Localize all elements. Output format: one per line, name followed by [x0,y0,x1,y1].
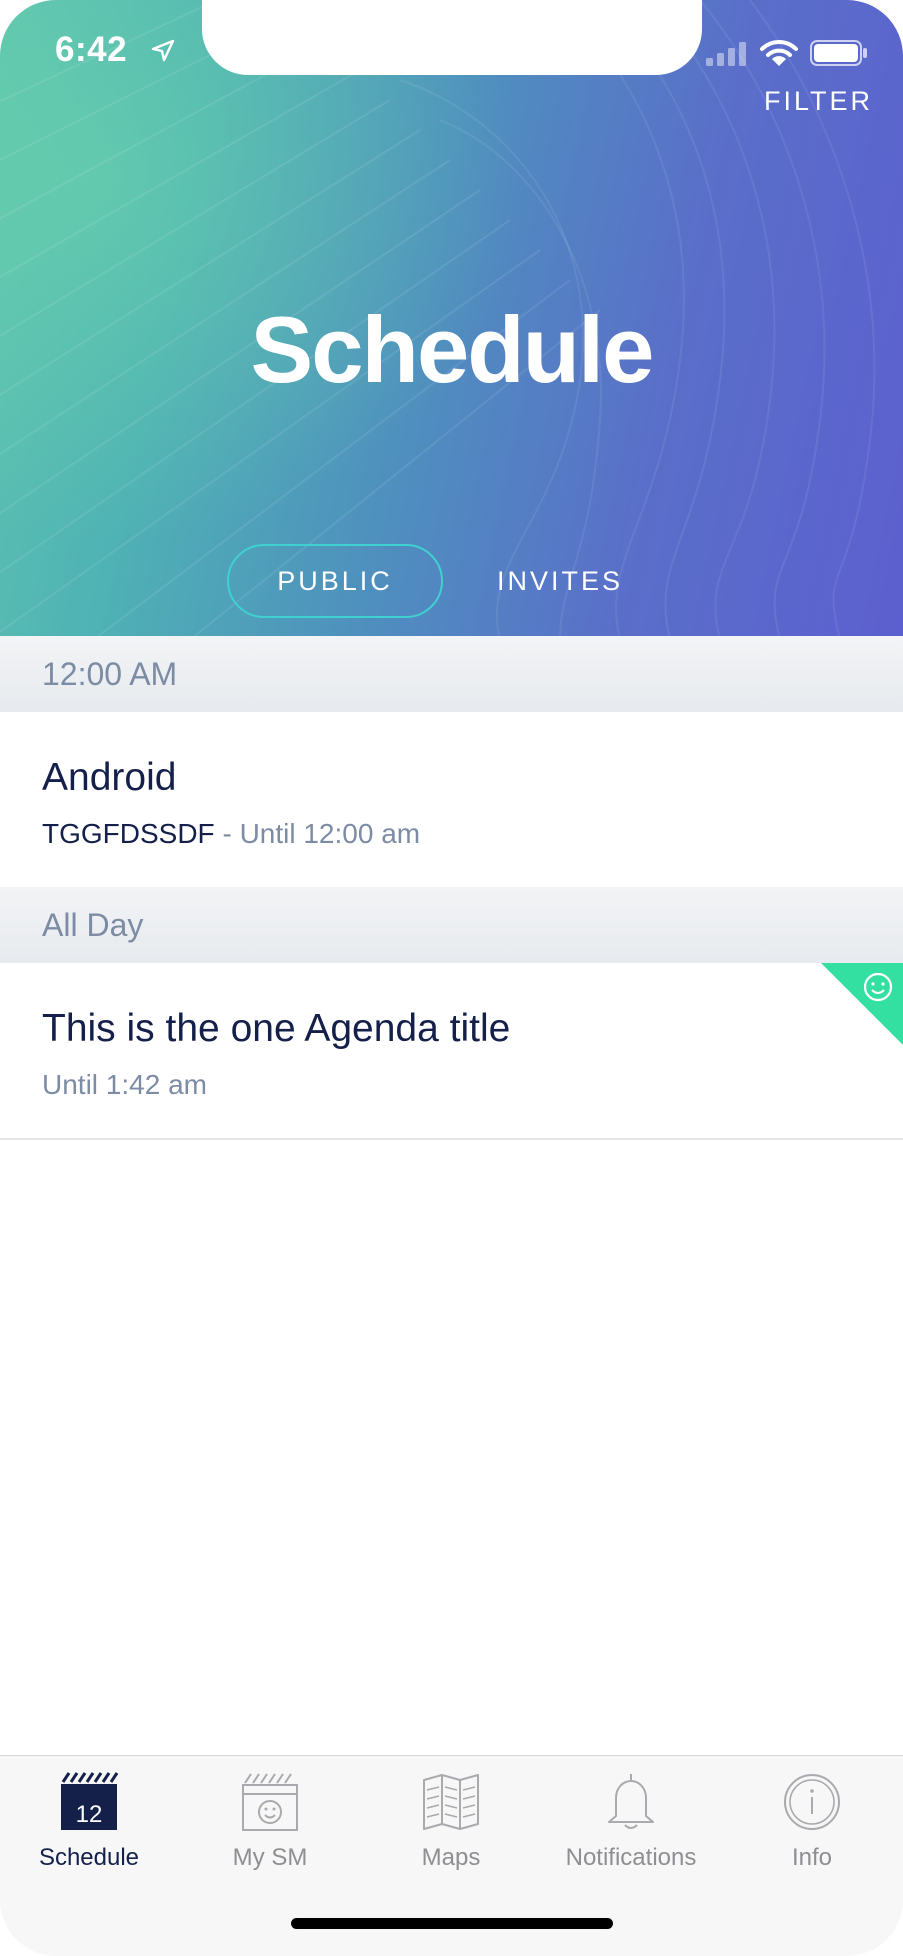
page-title: Schedule [250,297,655,402]
screen: 6:42 FILTER Schedule PUBLIC INVITES 12:0… [0,0,903,1956]
battery-icon [810,40,867,66]
tabbar-label: Maps [421,1844,481,1871]
tabbar-item-schedule[interactable]: 12 Schedule [0,1756,179,1896]
list-divider [0,1138,903,1140]
tabbar-item-info[interactable]: Info [722,1756,902,1896]
tabbar-label: My SM [232,1844,308,1871]
tab-public[interactable]: PUBLIC [227,544,443,618]
filter-button[interactable]: FILTER [764,86,873,117]
tabbar-label: Schedule [38,1844,140,1871]
home-indicator[interactable] [291,1918,613,1929]
calendar-icon-day: 12 [76,1801,103,1828]
tabbar-label: Notifications [565,1844,697,1871]
item-location: TGGFDSSDF [42,818,215,849]
tabbar-item-maps[interactable]: Maps [361,1756,541,1896]
location-arrow-icon [151,39,175,62]
bell-icon [608,1774,654,1829]
item-time: Until 12:00 am [239,818,421,849]
tabbar-label: Info [791,1844,833,1871]
device-notch [202,0,702,75]
status-time: 6:42 [55,30,128,69]
my-calendar-smiley-icon [242,1773,298,1831]
calendar-icon: 12 [61,1772,118,1830]
section-header: All Day [0,887,903,963]
tabbar-item-my-sm[interactable]: My SM [180,1756,360,1896]
info-icon [784,1774,840,1830]
item-subtitle: TGGFDSSDF - Until 12:00 am [42,818,420,850]
list-item-agenda[interactable]: This is the one Agenda title Until 1:42 … [0,963,903,1138]
item-title: Android [42,756,177,799]
cellular-signal-icon [706,42,746,66]
list-item-android[interactable]: Android TGGFDSSDF - Until 12:00 am [0,712,903,887]
item-time: Until 1:42 am [42,1069,207,1100]
tabbar-item-notifications[interactable]: Notifications [541,1756,721,1896]
map-icon [423,1774,479,1830]
item-separator: - [214,818,240,849]
item-subtitle: Until 1:42 am [42,1069,207,1101]
tab-invites[interactable]: INVITES [480,544,640,618]
section-header: 12:00 AM [0,636,903,712]
smiley-badge [821,963,903,1045]
wifi-icon [760,39,798,66]
item-title: This is the one Agenda title [42,1007,511,1050]
